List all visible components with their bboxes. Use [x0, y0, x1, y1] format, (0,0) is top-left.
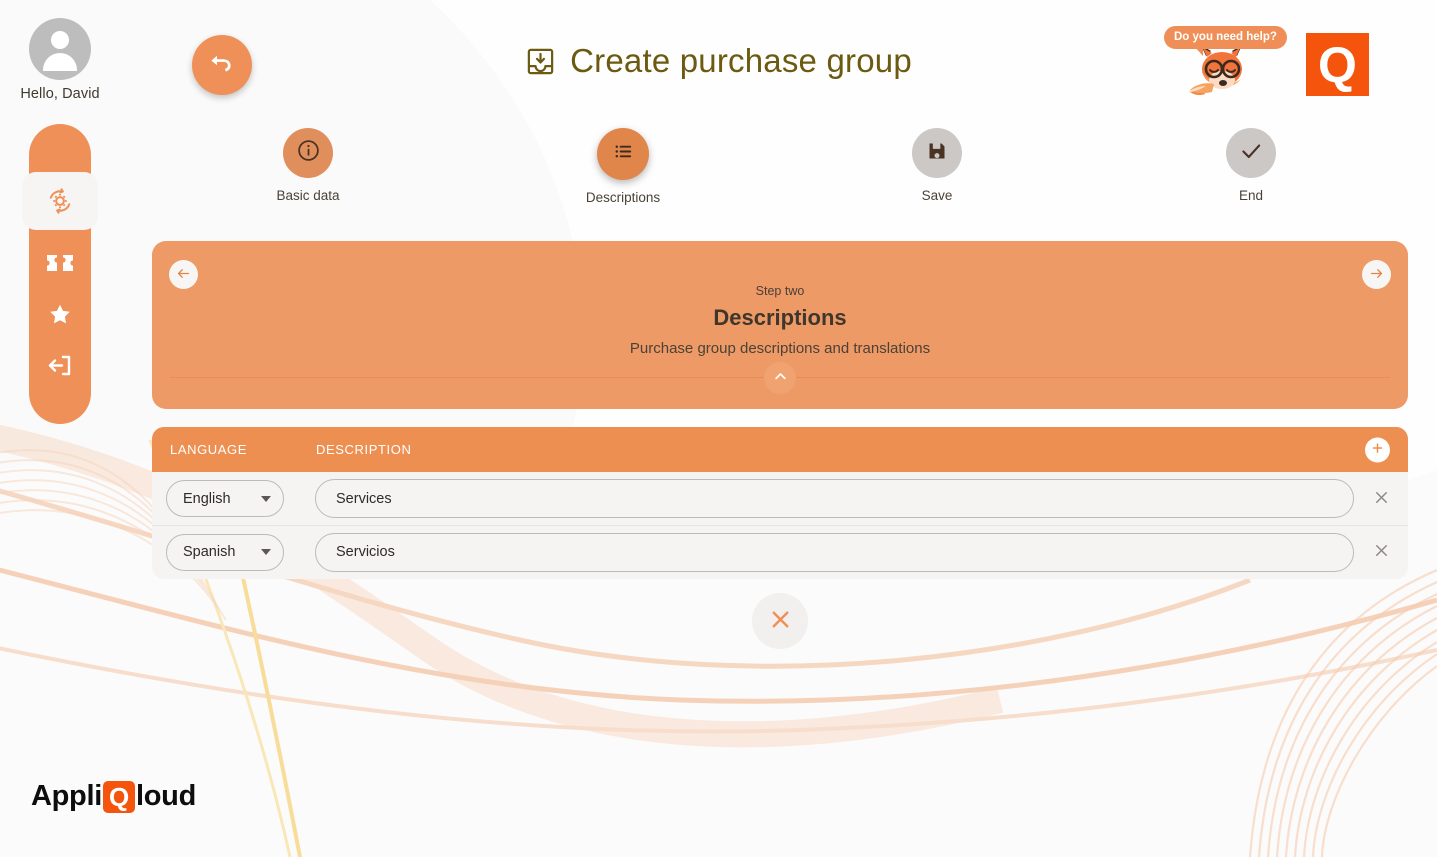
sidebar-item-favorites[interactable]: [29, 289, 91, 339]
chevron-down-icon: [261, 549, 271, 555]
sidebar-item-logout[interactable]: [29, 340, 91, 390]
column-header-description: DESCRIPTION: [316, 442, 411, 457]
step-label: Basic data: [258, 188, 358, 203]
step-circle: [283, 128, 333, 178]
step-label: Save: [887, 188, 987, 203]
sidebar-item-settings[interactable]: [22, 172, 98, 230]
step-label: Descriptions: [573, 190, 673, 205]
page-title-text: Create purchase group: [570, 42, 912, 80]
arrow-left-icon: [176, 266, 191, 284]
undo-button[interactable]: [192, 35, 252, 95]
brand-q-box: Q: [103, 781, 135, 813]
sidebar: [29, 124, 91, 424]
language-value: English: [183, 491, 231, 507]
star-icon: [47, 302, 73, 327]
check-icon: [1238, 138, 1264, 169]
step-save[interactable]: Save: [887, 128, 987, 203]
delete-row-button[interactable]: [1354, 477, 1408, 521]
panel-subtitle: Purchase group descriptions and translat…: [152, 340, 1408, 357]
add-row-button[interactable]: [1365, 437, 1390, 462]
info-icon: [296, 138, 321, 168]
description-input[interactable]: [315, 533, 1354, 572]
step-basic-data[interactable]: Basic data: [258, 128, 358, 203]
inbox-download-icon: [525, 46, 556, 77]
panel-content: Step two Descriptions Purchase group des…: [152, 241, 1408, 357]
table-row: English: [152, 472, 1408, 525]
descriptions-table: LANGUAGE DESCRIPTION English Spanish: [152, 427, 1408, 579]
panel-step-label: Step two: [152, 284, 1408, 298]
arrow-right-icon: [1369, 266, 1384, 284]
language-select[interactable]: Spanish: [166, 534, 284, 571]
close-button[interactable]: [752, 593, 808, 649]
chevron-down-icon: [261, 496, 271, 502]
step-descriptions[interactable]: Descriptions: [573, 128, 673, 205]
close-x-icon: [1372, 541, 1391, 563]
step-circle: [1226, 128, 1276, 178]
close-x-icon: [767, 606, 794, 636]
table-header-row: LANGUAGE DESCRIPTION: [152, 427, 1408, 472]
sidebar-item-tickets[interactable]: [29, 238, 91, 288]
delete-row-button[interactable]: [1354, 530, 1408, 574]
settings-process-icon: [45, 186, 75, 216]
column-header-language: LANGUAGE: [170, 442, 298, 457]
panel-prev-button[interactable]: [169, 260, 198, 289]
language-value: Spanish: [183, 544, 235, 560]
table-row: Spanish: [152, 525, 1408, 578]
logout-icon: [47, 353, 74, 378]
ticket-icon: [47, 252, 73, 274]
stepper: Basic data Descriptions Save: [0, 128, 1437, 223]
step-end[interactable]: End: [1201, 128, 1301, 203]
step-circle: [912, 128, 962, 178]
step-panel: Step two Descriptions Purchase group des…: [152, 241, 1408, 409]
step-circle: [597, 128, 649, 180]
description-input[interactable]: [315, 479, 1354, 518]
panel-next-button[interactable]: [1362, 260, 1391, 289]
undo-arrow-icon: [209, 52, 235, 79]
greeting-text: Hello, David: [0, 86, 120, 102]
help-bubble[interactable]: Do you need help?: [1164, 26, 1287, 49]
q-logo-letter: Q: [1318, 40, 1357, 90]
brand-suffix: loud: [136, 780, 196, 813]
plus-icon: [1370, 441, 1385, 459]
close-x-icon: [1372, 488, 1391, 510]
language-select[interactable]: English: [166, 480, 284, 517]
floppy-disk-icon: [927, 141, 947, 166]
chevron-up-icon: [773, 369, 788, 387]
list-icon: [612, 140, 635, 168]
panel-title: Descriptions: [152, 305, 1408, 331]
q-logo: Q: [1306, 33, 1369, 96]
brand-prefix: Appli: [31, 780, 102, 813]
panel-collapse-button[interactable]: [764, 362, 796, 394]
step-label: End: [1201, 188, 1301, 203]
brand-q-letter: Q: [109, 784, 129, 810]
brand-logo: Appli Q loud: [31, 780, 196, 813]
